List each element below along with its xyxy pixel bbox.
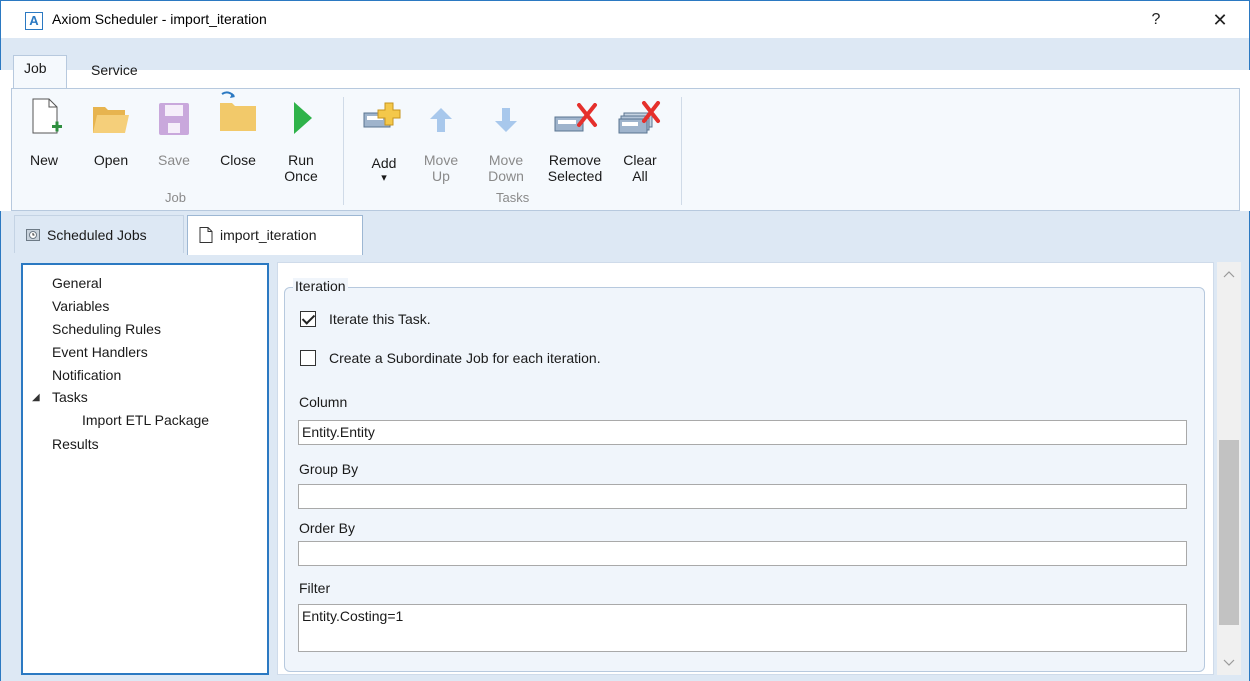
ribbon-group-separator	[681, 97, 682, 205]
tree-item-tasks[interactable]: Tasks	[52, 389, 88, 405]
filter-label: Filter	[299, 580, 331, 596]
group-by-input[interactable]	[298, 484, 1187, 509]
open-folder-icon	[93, 107, 129, 133]
scroll-down-icon[interactable]	[1217, 653, 1241, 673]
add-task-dropdown-icon: ▾	[381, 172, 387, 184]
clear-all-button[interactable]: Clear All	[618, 95, 662, 184]
column-input[interactable]: Entity.Entity	[298, 420, 1187, 445]
document-icon	[199, 227, 213, 243]
save-button-label: Save	[158, 152, 190, 168]
ribbon-group-separator	[343, 97, 344, 205]
vertical-scrollbar[interactable]	[1217, 262, 1241, 675]
open-button-label: Open	[93, 152, 129, 168]
tab-scheduled-jobs-label: Scheduled Jobs	[47, 227, 147, 243]
move-up-label-2: Up	[432, 168, 450, 184]
run-once-label-2: Once	[284, 168, 318, 184]
remove-task-icon	[554, 103, 597, 132]
run-once-label-1: Run	[288, 152, 314, 168]
arrow-down-icon	[495, 108, 517, 132]
save-button[interactable]: Save	[154, 95, 194, 173]
new-button-label: New	[29, 152, 58, 168]
close-button[interactable]: Close	[213, 89, 263, 173]
tree-item-general[interactable]: General	[52, 275, 102, 291]
subordinate-job-label: Create a Subordinate Job for each iterat…	[329, 350, 601, 366]
ribbon-panel: New Open Save Close Run Once Job Add ▾ M…	[11, 88, 1240, 211]
tree-expander-tasks[interactable]: ◢	[32, 392, 40, 403]
tab-scheduled-jobs[interactable]: Scheduled Jobs	[14, 215, 184, 253]
run-icon	[294, 102, 312, 134]
title-bar: A Axiom Scheduler - import_iteration ? ✕	[0, 0, 1250, 38]
remove-selected-label-2: Selected	[547, 168, 603, 184]
scheduled-jobs-icon	[26, 229, 40, 241]
column-label: Column	[299, 394, 348, 410]
window-title: Axiom Scheduler - import_iteration	[52, 11, 267, 27]
tree-item-import-etl-package[interactable]: Import ETL Package	[82, 412, 209, 428]
add-task-icon	[363, 102, 401, 128]
move-down-label-1: Move	[488, 152, 524, 168]
ribbon-tab-strip: Job Service	[0, 38, 1250, 88]
tree-item-notification[interactable]: Notification	[52, 367, 121, 383]
new-file-icon	[32, 98, 62, 134]
move-up-button[interactable]: Move Up	[421, 95, 461, 184]
add-task-label: Add	[371, 155, 397, 171]
tree-item-results[interactable]: Results	[52, 436, 99, 452]
close-button-label: Close	[220, 152, 256, 168]
help-button[interactable]: ?	[1144, 8, 1168, 32]
tree-item-variables[interactable]: Variables	[52, 298, 109, 314]
order-by-input[interactable]	[298, 541, 1187, 566]
order-by-label: Order By	[299, 520, 356, 536]
subordinate-job-checkbox[interactable]	[300, 350, 316, 366]
add-task-button[interactable]: Add ▾	[363, 95, 405, 187]
new-button[interactable]: New	[24, 95, 64, 173]
remove-selected-button[interactable]: Remove Selected	[541, 95, 609, 184]
clear-all-label-2: All	[632, 168, 648, 184]
clear-all-label-1: Clear	[623, 152, 657, 168]
group-by-label: Group By	[299, 461, 359, 477]
save-icon	[159, 103, 189, 135]
document-tab-strip: Scheduled Jobs import_iteration	[0, 211, 1250, 257]
ribbon-group-tasks-label: Tasks	[496, 190, 530, 205]
filter-textarea[interactable]: Entity.Costing=1	[298, 604, 1187, 652]
move-down-label-2: Down	[488, 168, 524, 184]
move-down-button[interactable]: Move Down	[486, 95, 526, 184]
scrollbar-thumb[interactable]	[1219, 440, 1239, 625]
ribbon-tab-service[interactable]: Service	[81, 58, 148, 85]
ribbon-tab-job[interactable]: Job	[13, 55, 67, 88]
tab-import-iteration-label: import_iteration	[220, 227, 317, 243]
window-close-button[interactable]: ✕	[1208, 8, 1232, 32]
iterate-task-label: Iterate this Task.	[329, 311, 431, 327]
open-button[interactable]: Open	[88, 95, 134, 173]
move-up-label-1: Move	[423, 152, 459, 168]
tab-import-iteration[interactable]: import_iteration	[187, 215, 363, 257]
tree-item-scheduling-rules[interactable]: Scheduling Rules	[52, 321, 161, 337]
remove-selected-label-1: Remove	[548, 152, 602, 168]
iterate-task-checkbox[interactable]	[300, 311, 316, 327]
arrow-up-icon	[430, 108, 452, 132]
scroll-up-icon[interactable]	[1217, 264, 1241, 284]
close-folder-icon	[220, 91, 256, 131]
ribbon-group-job-label: Job	[165, 190, 186, 205]
iteration-group-title: Iteration	[293, 278, 348, 294]
clear-all-icon	[618, 101, 660, 134]
run-once-button[interactable]: Run Once	[278, 95, 324, 184]
tree-item-event-handlers[interactable]: Event Handlers	[52, 344, 148, 360]
app-icon: A	[25, 12, 43, 30]
